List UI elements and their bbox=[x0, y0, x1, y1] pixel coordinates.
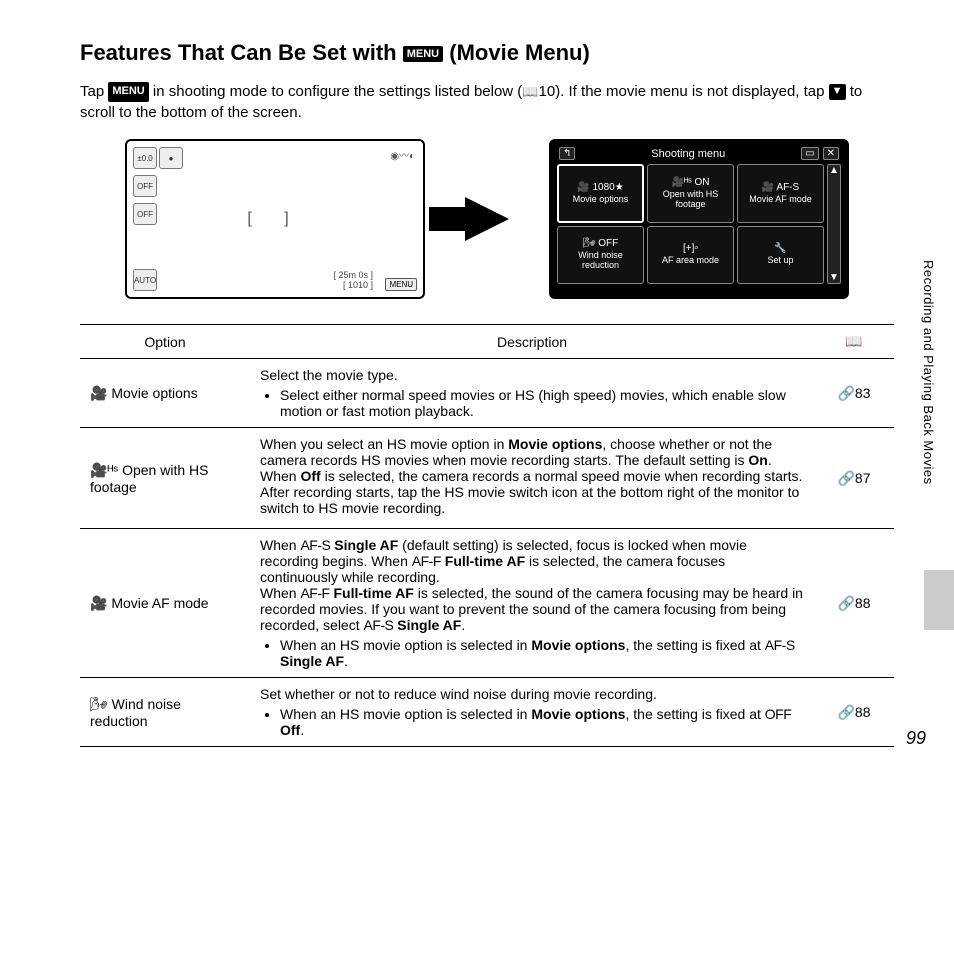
ref-cell: 🔗88 bbox=[814, 529, 894, 678]
menu-icon: MENU bbox=[108, 82, 148, 101]
table-row: 🎥 Movie optionsSelect the movie type.Sel… bbox=[80, 359, 894, 428]
option-cell: 🎥ᴴˢ Open with HS footage bbox=[80, 428, 250, 529]
close-icon[interactable]: ✕ bbox=[823, 147, 839, 160]
description-cell: When you select an HS movie option in Mo… bbox=[250, 428, 814, 529]
option-cell: 🌬 Wind noise reduction bbox=[80, 678, 250, 747]
down-arrow-icon: ▼ bbox=[829, 84, 846, 99]
shooting-menu-screen: ↰ Shooting menu ▭ ✕ 🎥 1080★ Movie option… bbox=[549, 139, 849, 299]
option-cell: 🎥 Movie AF mode bbox=[80, 529, 250, 678]
menu-item-setup[interactable]: 🔧 Set up bbox=[737, 226, 824, 285]
recording-info: [ 25m 0s ] [ 1010 ] bbox=[333, 271, 373, 291]
exposure-icon: ±0.0 bbox=[133, 147, 157, 169]
menu-item-af-mode[interactable]: 🎥 AF-S Movie AF mode bbox=[737, 164, 824, 223]
options-table: Option Description 📖 🎥 Movie optionsSele… bbox=[80, 324, 894, 747]
menu-item-wind-noise[interactable]: 🌬 OFF Wind noise reduction bbox=[557, 226, 644, 285]
camera-icon: ● bbox=[159, 147, 183, 169]
arrow-icon bbox=[465, 197, 509, 241]
page-title: Features That Can Be Set with MENU (Movi… bbox=[80, 40, 894, 66]
ref-cell: 🔗88 bbox=[814, 678, 894, 747]
off-icon-2: OFF bbox=[133, 203, 157, 225]
top-right-icons: ◉〰◐ bbox=[390, 147, 415, 162]
screens-row: ±0.0 ● OFF OFF AUTO ◉〰◐ [ ] [ 25m 0s ] [… bbox=[80, 139, 894, 299]
th-ref: 📖 bbox=[814, 325, 894, 359]
menu-item-af-area[interactable]: [+]▫ AF area mode bbox=[647, 226, 734, 285]
menu-scrollbar[interactable]: ▲ ▼ bbox=[827, 164, 841, 284]
page-number: 99 bbox=[906, 728, 926, 749]
menu-button[interactable]: MENU bbox=[385, 278, 417, 291]
description-cell: Select the movie type.Select either norm… bbox=[250, 359, 814, 428]
off-icon-1: OFF bbox=[133, 175, 157, 197]
ref-cell: 🔗87 bbox=[814, 428, 894, 529]
ref-cell: 🔗83 bbox=[814, 359, 894, 428]
back-icon[interactable]: ↰ bbox=[559, 147, 575, 160]
intro-paragraph: Tap MENU in shooting mode to configure t… bbox=[80, 81, 894, 123]
menu-item-open-hs[interactable]: 🎥ᴴˢ ON Open with HS footage bbox=[647, 164, 734, 223]
focus-brackets: [ ] bbox=[247, 210, 302, 228]
th-description: Description bbox=[250, 325, 814, 359]
menu-icon: MENU bbox=[403, 46, 443, 62]
title-suffix: (Movie Menu) bbox=[449, 40, 590, 65]
shooting-screen: ±0.0 ● OFF OFF AUTO ◉〰◐ [ ] [ 25m 0s ] [… bbox=[125, 139, 425, 299]
section-label: Recording and Playing Back Movies bbox=[921, 260, 936, 485]
scroll-down-icon[interactable]: ▼ bbox=[829, 272, 839, 283]
description-cell: When AF-S Single AF (default setting) is… bbox=[250, 529, 814, 678]
section-tab bbox=[924, 570, 954, 630]
scroll-up-icon[interactable]: ▲ bbox=[829, 165, 839, 176]
menu-item-movie-options[interactable]: 🎥 1080★ Movie options bbox=[557, 164, 644, 223]
battery-icon: ▭ bbox=[801, 147, 818, 160]
th-option: Option bbox=[80, 325, 250, 359]
table-row: 🌬 Wind noise reductionSet whether or not… bbox=[80, 678, 894, 747]
menu-header: ↰ Shooting menu ▭ ✕ bbox=[555, 145, 843, 162]
title-prefix: Features That Can Be Set with bbox=[80, 40, 403, 65]
table-row: 🎥ᴴˢ Open with HS footageWhen you select … bbox=[80, 428, 894, 529]
option-cell: 🎥 Movie options bbox=[80, 359, 250, 428]
menu-grid: 🎥 1080★ Movie options 🎥ᴴˢ ON Open with H… bbox=[555, 162, 843, 286]
table-row: 🎥 Movie AF modeWhen AF-S Single AF (defa… bbox=[80, 529, 894, 678]
menu-title: Shooting menu bbox=[651, 148, 725, 160]
book-icon bbox=[522, 83, 538, 100]
auto-icon: AUTO bbox=[133, 269, 157, 291]
description-cell: Set whether or not to reduce wind noise … bbox=[250, 678, 814, 747]
